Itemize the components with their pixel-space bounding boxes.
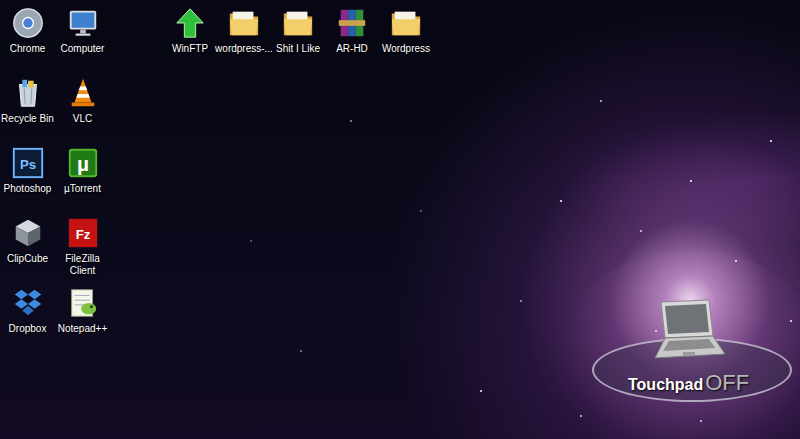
desktop-icon-grid: ChromeComputerRecycle BinVLCPsPhotoshopµ… [0,6,110,356]
chrome-icon [11,6,45,40]
icon-label: Notepad++ [54,323,112,335]
computer-icon [66,6,100,40]
desktop-icon-row: WinFTPwordpress-...Shit I LikeAR-HDWordp… [163,6,433,55]
clipcube-icon [11,216,45,250]
desktop-icon[interactable]: Chrome [0,6,55,76]
desktop-icon[interactable]: ClipCube [0,216,55,286]
icon-label: ClipCube [0,253,57,265]
icon-label: Recycle Bin [0,113,57,125]
icon-label: wordpress-... [215,43,273,55]
osd-state: OFF [705,370,749,396]
icon-label: Dropbox [0,323,57,335]
desktop-icon[interactable]: Notepad++ [55,286,110,356]
desktop-icon[interactable]: wordpress-... [217,6,271,55]
icon-label: Chrome [0,43,57,55]
vlc-icon [66,76,100,110]
desktop-icon[interactable]: Ps Photoshop [0,146,55,216]
recycle-icon [11,76,45,110]
icon-label: Photoshop [0,183,57,195]
icon-label: Computer [54,43,112,55]
photoshop-icon: Ps [11,146,45,180]
svg-text:Fz: Fz [75,227,90,242]
desktop-icon[interactable]: Fz FileZilla Client [55,216,110,286]
icon-label: Wordpress [377,43,435,55]
desktop-icon[interactable]: AR-HD [325,6,379,55]
folder-icon [389,6,423,40]
desktop-icon[interactable]: Wordpress [379,6,433,55]
icon-label: Shit I Like [269,43,327,55]
desktop-icon[interactable]: µ µTorrent [55,146,110,216]
desktop-icon[interactable]: Shit I Like [271,6,325,55]
desktop-icon[interactable]: VLC [55,76,110,146]
svg-text:µ: µ [77,152,89,175]
desktop-icon[interactable]: Dropbox [0,286,55,356]
svg-text:Ps: Ps [19,157,35,172]
filezilla-icon: Fz [66,216,100,250]
desktop-icon[interactable]: Recycle Bin [0,76,55,146]
desktop-icon[interactable]: Computer [55,6,110,76]
desktop-icon[interactable]: WinFTP [163,6,217,55]
touchpad-osd: TouchpadOFF [592,298,792,418]
winftp-icon [173,6,207,40]
osd-label: TouchpadOFF [628,370,749,396]
dropbox-icon [11,286,45,320]
winrar-icon [335,6,369,40]
icon-label: FileZilla Client [54,253,112,277]
laptop-icon [647,298,727,368]
icon-label: AR-HD [323,43,381,55]
notepad-icon [66,286,100,320]
icon-label: WinFTP [161,43,219,55]
desktop: ChromeComputerRecycle BinVLCPsPhotoshopµ… [0,0,800,439]
utorrent-icon: µ [66,146,100,180]
star-field [0,0,2,2]
icon-label: VLC [54,113,112,125]
folder-icon [227,6,261,40]
folder-icon [281,6,315,40]
icon-label: µTorrent [54,183,112,195]
